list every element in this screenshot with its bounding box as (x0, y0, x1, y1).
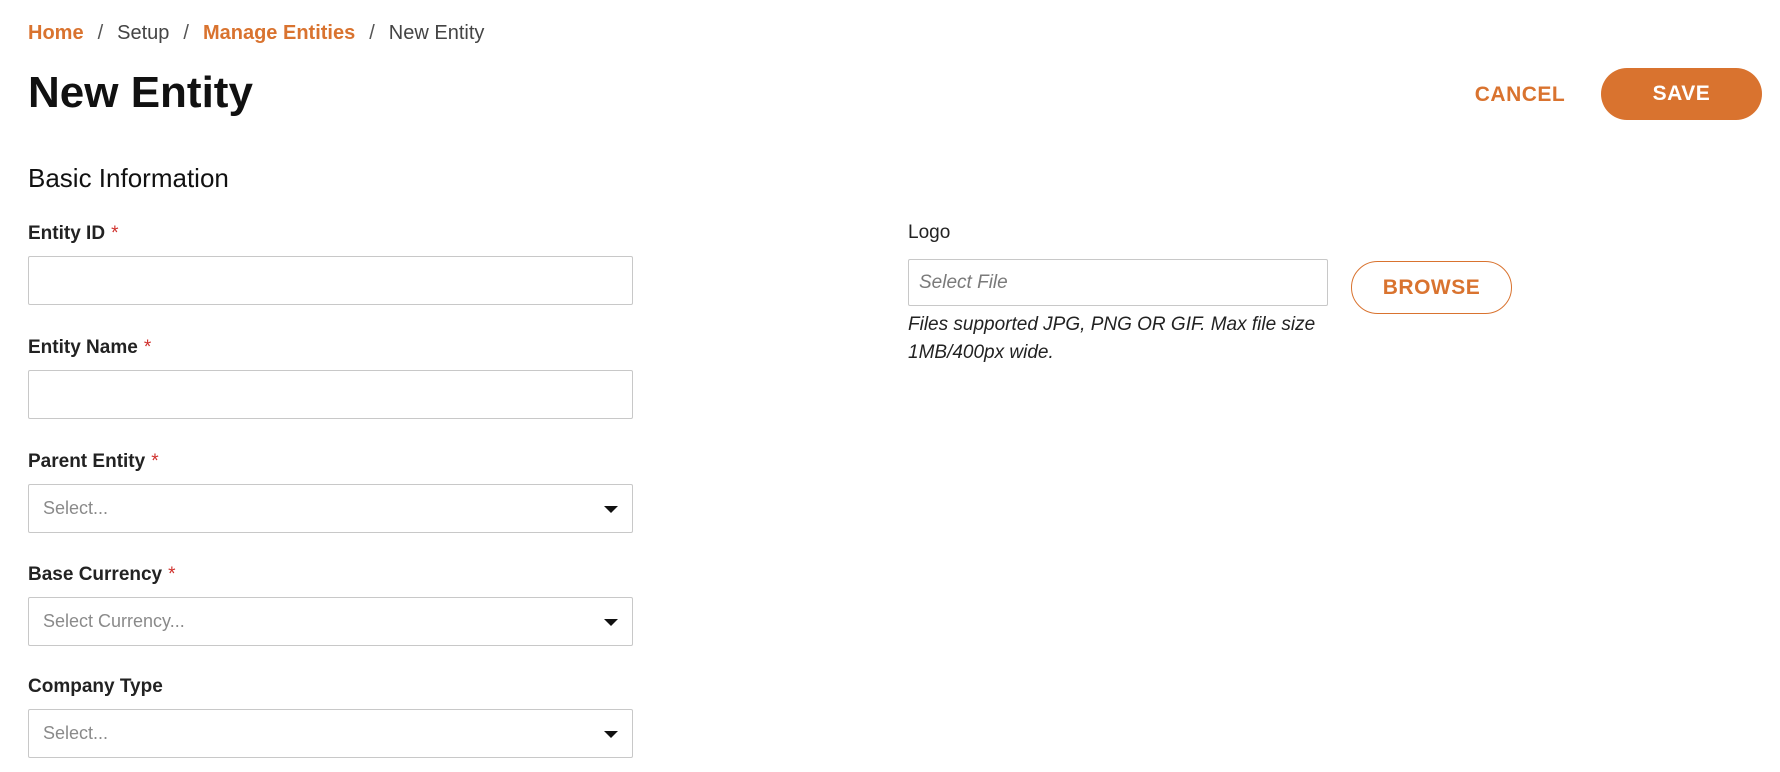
breadcrumb-separator: / (369, 22, 375, 44)
parent-entity-label-text: Parent Entity (28, 451, 146, 472)
base-currency-select-placeholder: Select Currency... (43, 611, 185, 631)
entity-name-label-text: Entity Name (28, 337, 138, 358)
breadcrumb-manage-entities-link[interactable]: Manage Entities (203, 20, 355, 46)
save-button[interactable]: SAVE (1601, 68, 1762, 120)
logo-file-input[interactable] (908, 259, 1328, 306)
caret-down-icon (604, 505, 618, 513)
parent-entity-label: Parent Entity * (28, 450, 633, 474)
breadcrumb: Home / Setup / Manage Entities / New Ent… (28, 20, 484, 46)
entity-id-field-group: Entity ID * (28, 222, 633, 305)
required-asterisk: * (151, 451, 159, 472)
parent-entity-field-group: Parent Entity * Select... (28, 450, 633, 533)
entity-id-label-text: Entity ID (28, 223, 106, 244)
entity-id-label: Entity ID * (28, 222, 633, 246)
required-asterisk: * (111, 223, 119, 244)
company-type-select[interactable]: Select... (28, 709, 633, 758)
parent-entity-select-placeholder: Select... (43, 498, 109, 518)
logo-help-text: Files supported JPG, PNG OR GIF. Max fil… (908, 314, 1316, 363)
breadcrumb-separator: / (97, 22, 104, 44)
breadcrumb-current: New Entity (388, 22, 485, 44)
breadcrumb-home-link[interactable]: Home (28, 20, 84, 46)
base-currency-field-group: Base Currency * Select Currency... (28, 563, 633, 646)
base-currency-label: Base Currency * (28, 563, 633, 587)
parent-entity-select[interactable]: Select... (28, 484, 633, 533)
company-type-label: Company Type (28, 675, 633, 699)
base-currency-label-text: Base Currency (28, 564, 163, 585)
company-type-label-text: Company Type (28, 676, 163, 697)
caret-down-icon (604, 618, 618, 626)
entity-name-input[interactable] (28, 370, 633, 419)
cancel-button[interactable]: CANCEL (1460, 75, 1580, 115)
company-type-select-placeholder: Select... (43, 723, 109, 743)
caret-down-icon (604, 730, 618, 738)
section-title-basic-information: Basic Information (28, 163, 229, 193)
new-entity-page: Home / Setup / Manage Entities / New Ent… (0, 0, 1780, 772)
breadcrumb-setup: Setup (117, 22, 170, 44)
base-currency-select[interactable]: Select Currency... (28, 597, 633, 646)
entity-id-input[interactable] (28, 256, 633, 305)
breadcrumb-separator: / (183, 22, 189, 44)
page-title: New Entity (28, 68, 253, 117)
entity-name-field-group: Entity Name * (28, 336, 633, 419)
browse-button[interactable]: BROWSE (1351, 261, 1512, 314)
entity-name-label: Entity Name * (28, 336, 633, 360)
required-asterisk: * (168, 564, 176, 585)
required-asterisk: * (143, 337, 152, 358)
logo-label: Logo (908, 222, 951, 243)
company-type-field-group: Company Type Select... (28, 675, 633, 758)
